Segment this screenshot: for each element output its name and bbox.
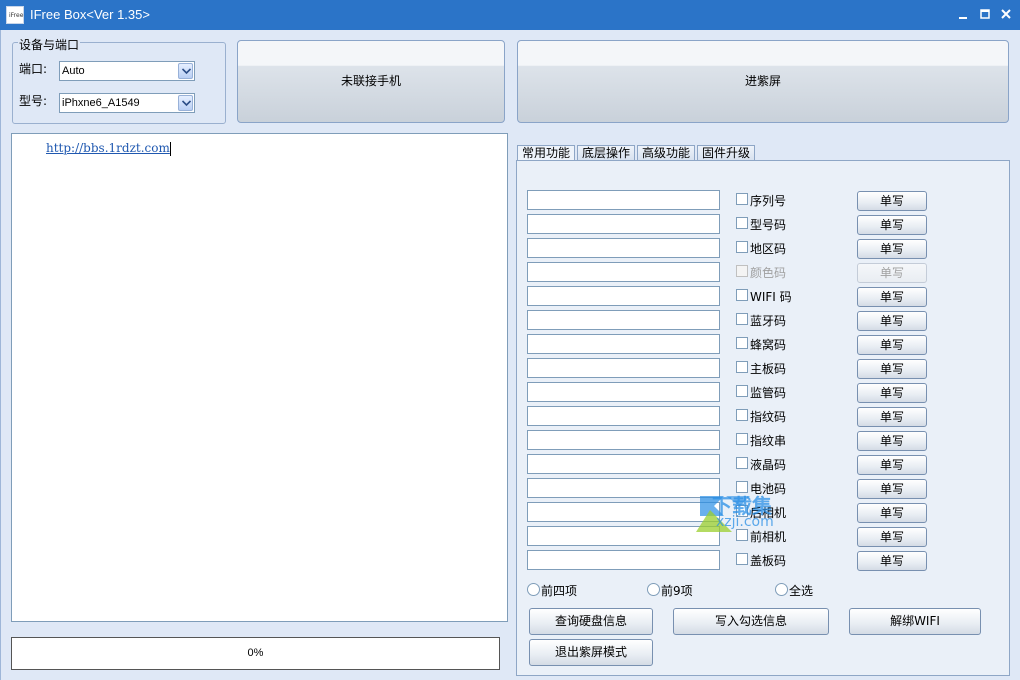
model-select[interactable]: iPhxne6_A1549	[59, 93, 195, 113]
radio-select-all[interactable]	[775, 583, 788, 596]
close-icon[interactable]	[998, 6, 1014, 22]
title-bar: iFree IFree Box<Ver 1.35>	[0, 0, 1020, 30]
row-value-field[interactable]	[527, 454, 720, 474]
row-checkbox[interactable]	[736, 265, 748, 277]
row-checkbox[interactable]	[736, 217, 748, 229]
port-select[interactable]: Auto	[59, 61, 195, 81]
radio-first-four-label: 前四项	[541, 584, 578, 598]
row-checkbox[interactable]	[736, 361, 748, 373]
single-write-button[interactable]: 单写	[857, 239, 927, 259]
minimize-icon[interactable]	[955, 6, 971, 22]
row-value-field[interactable]	[527, 262, 720, 282]
single-write-button[interactable]: 单写	[857, 263, 927, 283]
row-checkbox[interactable]	[736, 241, 748, 253]
row-checkbox[interactable]	[736, 193, 748, 205]
single-write-button[interactable]: 单写	[857, 287, 927, 307]
row-checkbox-label: 蓝牙码	[750, 314, 787, 328]
row-value-field[interactable]	[527, 358, 720, 378]
device-port-group-title: 设备与端口	[18, 36, 81, 53]
log-output[interactable]: http://bbs.1rdzt.com	[11, 133, 508, 622]
row-checkbox[interactable]	[736, 409, 748, 421]
row-checkbox[interactable]	[736, 337, 748, 349]
row-checkbox[interactable]	[736, 553, 748, 565]
row-value-field[interactable]	[527, 430, 720, 450]
row-checkbox-label: 盖板码	[750, 554, 787, 568]
row-checkbox-label: 监管码	[750, 386, 787, 400]
row-checkbox-label: 地区码	[750, 242, 787, 256]
window-title: IFree Box<Ver 1.35>	[30, 7, 150, 22]
row-checkbox-label: 颜色码	[750, 266, 787, 280]
row-checkbox-label: 指纹串	[750, 434, 787, 448]
single-write-button[interactable]: 单写	[857, 527, 927, 547]
text-cursor	[169, 141, 171, 156]
row-value-field[interactable]	[527, 550, 720, 570]
row-checkbox[interactable]	[736, 457, 748, 469]
radio-first-nine[interactable]	[647, 583, 660, 596]
single-write-button[interactable]: 单写	[857, 215, 927, 235]
row-value-field[interactable]	[527, 310, 720, 330]
tab-common-functions[interactable]: 常用功能	[517, 145, 575, 161]
single-write-button[interactable]: 单写	[857, 359, 927, 379]
port-select-value: Auto	[62, 65, 85, 77]
row-checkbox-label: 液晶码	[750, 458, 787, 472]
row-checkbox-label: WIFI 码	[750, 290, 792, 304]
enter-purple-screen-button[interactable]: 进紫屏	[517, 40, 1009, 123]
single-write-button[interactable]: 单写	[857, 311, 927, 331]
row-value-field[interactable]	[527, 406, 720, 426]
single-write-button[interactable]: 单写	[857, 503, 927, 523]
app-icon: iFree	[6, 6, 24, 24]
model-select-value: iPhxne6_A1549	[62, 97, 140, 109]
connect-phone-button[interactable]: 未联接手机	[237, 40, 505, 123]
watermark-url: xzji.com	[716, 514, 774, 530]
port-label: 端口:	[19, 62, 48, 76]
single-write-button[interactable]: 单写	[857, 383, 927, 403]
tab-advanced-functions[interactable]: 高级功能	[637, 145, 695, 161]
tab-firmware-upgrade[interactable]: 固件升级	[697, 145, 755, 161]
single-write-button[interactable]: 单写	[857, 191, 927, 211]
row-value-field[interactable]	[527, 334, 720, 354]
radio-first-four[interactable]	[527, 583, 540, 596]
radio-select-all-label: 全选	[789, 584, 814, 598]
chevron-down-icon[interactable]	[178, 63, 193, 79]
row-checkbox[interactable]	[736, 433, 748, 445]
single-write-button[interactable]: 单写	[857, 551, 927, 571]
tab-low-level-ops[interactable]: 底层操作	[577, 145, 635, 161]
progress-bar: 0%	[11, 637, 500, 670]
log-link[interactable]: http://bbs.1rdzt.com	[46, 141, 171, 156]
model-label: 型号:	[19, 94, 48, 108]
single-write-button[interactable]: 单写	[857, 455, 927, 475]
row-value-field[interactable]	[527, 286, 720, 306]
radio-first-nine-label: 前9项	[661, 584, 693, 598]
single-write-button[interactable]: 单写	[857, 407, 927, 427]
row-checkbox[interactable]	[736, 289, 748, 301]
row-checkbox-label: 序列号	[750, 194, 787, 208]
row-checkbox-label: 型号码	[750, 218, 787, 232]
row-value-field[interactable]	[527, 214, 720, 234]
row-value-field[interactable]	[527, 382, 720, 402]
chevron-down-icon[interactable]	[178, 95, 193, 111]
row-value-field[interactable]	[527, 190, 720, 210]
row-checkbox[interactable]	[736, 313, 748, 325]
progress-text: 0%	[247, 647, 264, 659]
query-disk-info-button[interactable]: 查询硬盘信息	[529, 608, 653, 635]
row-checkbox-label: 蜂窝码	[750, 338, 787, 352]
row-checkbox-label: 主板码	[750, 362, 787, 376]
single-write-button[interactable]: 单写	[857, 479, 927, 499]
maximize-icon[interactable]	[977, 6, 993, 22]
single-write-button[interactable]: 单写	[857, 335, 927, 355]
row-checkbox-label: 指纹码	[750, 410, 787, 424]
single-write-button[interactable]: 单写	[857, 431, 927, 451]
write-checked-info-button[interactable]: 写入勾选信息	[673, 608, 829, 635]
row-checkbox[interactable]	[736, 385, 748, 397]
unbind-wifi-button[interactable]: 解绑WIFI	[849, 608, 981, 635]
row-value-field[interactable]	[527, 238, 720, 258]
exit-purple-screen-button[interactable]: 退出紫屏模式	[529, 639, 653, 666]
